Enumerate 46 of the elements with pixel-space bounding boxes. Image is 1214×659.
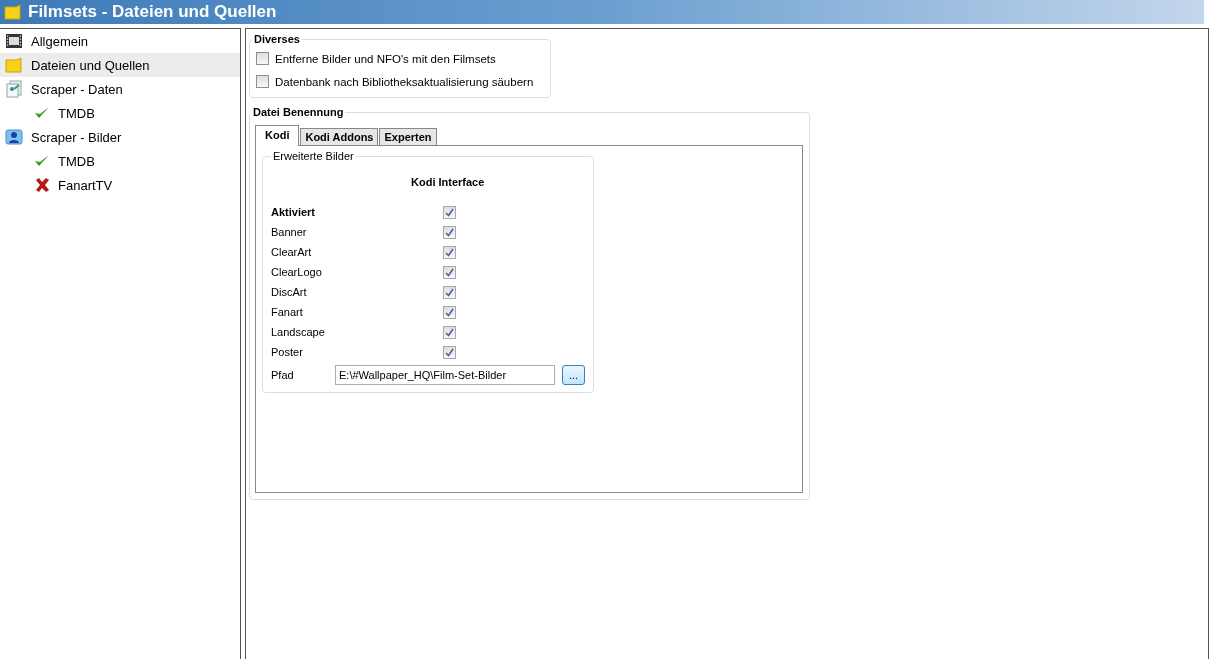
row-label: DiscArt [271,286,308,298]
row-label: ClearLogo [271,266,323,278]
cross-icon [34,177,50,193]
film-icon [5,33,23,49]
checkbox[interactable] [443,325,456,339]
group-title: Diverses [253,33,301,45]
checkbox[interactable] [256,75,269,88]
checkbox[interactable] [443,285,456,299]
option-label: Datenbank nach Bibliotheksaktualisierung säubern [275,75,534,88]
checkbox[interactable] [443,265,456,279]
checkbox[interactable] [443,225,456,239]
column-heading: Kodi Interface [411,176,486,188]
tab[interactable]: Experten [379,128,437,146]
checkbox[interactable] [443,245,456,259]
browse-button[interactable]: ... [562,365,585,385]
sidebar-item[interactable]: TMDB [0,101,240,125]
row-label: Aktiviert [271,206,317,218]
sidebar-item[interactable]: TMDB [0,149,240,173]
sidebar-item[interactable]: Scraper - Bilder [0,125,240,149]
tab[interactable]: Kodi [255,125,300,146]
folder-icon [4,4,22,20]
checkbox[interactable] [443,345,456,359]
row-label: Landscape [271,326,326,338]
sidebar-item[interactable]: Dateien und Quellen [0,53,240,77]
folder-icon [5,57,23,73]
checkbox[interactable] [443,205,456,219]
group-title: Datei Benennung [252,106,345,118]
row-label: ClearArt [271,246,313,258]
path-input[interactable]: E:\#Wallpaper_HQ\Film-Set-Bilder [335,365,555,385]
sidebar-item[interactable]: FanartTV [0,173,240,197]
window-title: Filmsets - Dateien und Quellen [28,2,277,22]
checkbox[interactable] [443,305,456,319]
tab[interactable]: Kodi Addons [300,128,379,146]
row-label: Banner [271,226,308,238]
row-label: Poster [271,346,304,358]
sidebar-item[interactable]: Scraper - Daten [0,77,240,101]
group-title: Erweiterte Bilder [272,150,355,162]
check-icon [34,154,50,168]
path-label: Pfad [271,369,295,381]
sidebar-item[interactable]: Allgemein [0,29,240,53]
document-icon [5,80,23,98]
check-icon [34,106,50,120]
row-label: Fanart [271,306,304,318]
option-label: Entferne Bilder und NFO's mit den Filmsets [275,52,496,65]
person-icon [5,129,23,145]
checkbox[interactable] [256,52,269,65]
